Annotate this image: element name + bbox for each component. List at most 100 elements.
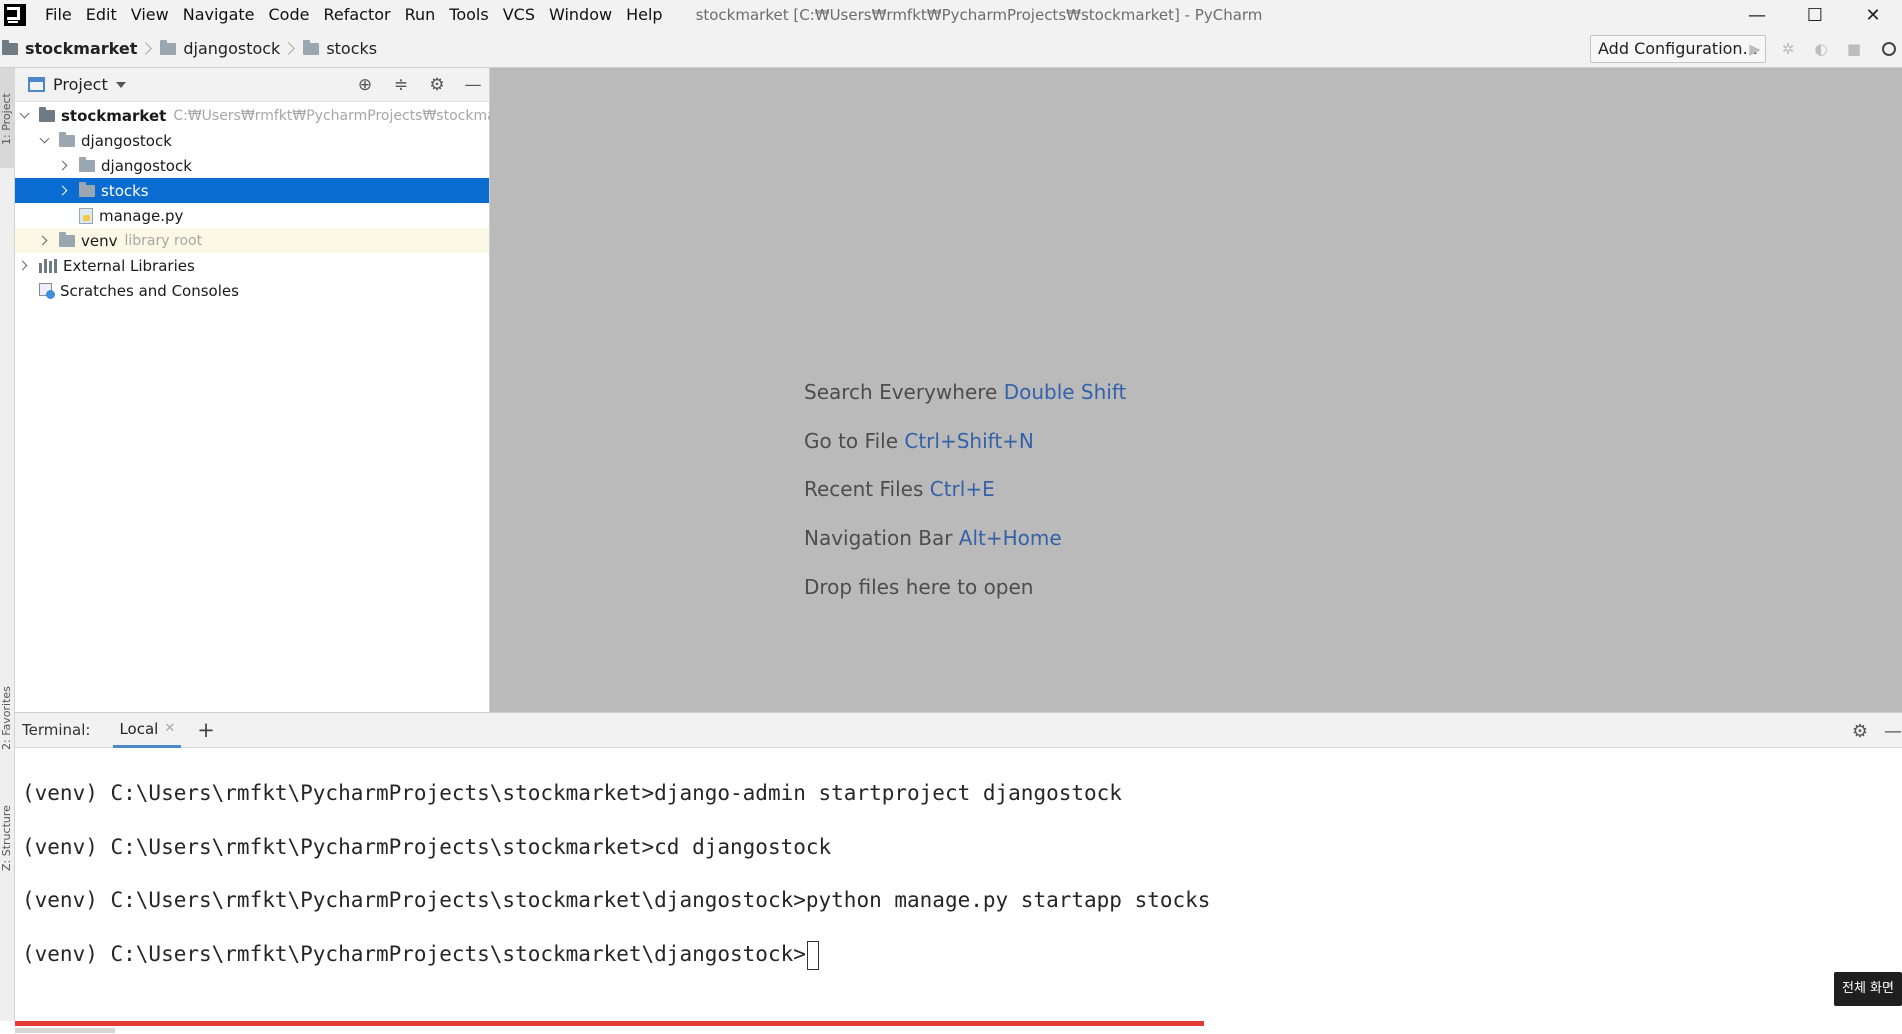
tree-item-label: manage.py [99,206,184,225]
close-icon[interactable]: ✕ [164,721,175,736]
window-title: stockmarket [C:₩Users₩rmfkt₩PycharmProje… [695,6,1263,24]
hint-text: Navigation Bar [804,526,953,551]
tree-item-stocks[interactable]: stocks [15,178,489,203]
project-view-icon [28,77,45,92]
chevron-right-icon[interactable] [59,186,69,196]
scratches-icon [39,283,55,299]
tree-item-label: venv [81,231,118,250]
tree-item-djangostock-inner[interactable]: djangostock [15,153,489,178]
favorites-tool-button[interactable]: 2: Favorites [0,668,15,768]
folder-icon [59,231,75,247]
folder-icon [39,106,55,122]
run-icon[interactable]: ▶ [1746,40,1764,58]
menu-vcs[interactable]: VCS [496,0,542,30]
menu-navigate[interactable]: Navigate [176,0,262,30]
menu-view[interactable]: View [124,0,176,30]
tab-label: Local [119,719,159,738]
project-tool-button[interactable]: 1: Project [0,74,15,164]
menu-help[interactable]: Help [619,0,669,30]
title-bar: File Edit View Navigate Code Refactor Ru… [0,0,1902,30]
tree-item-manage-py[interactable]: manage.py [15,203,489,228]
new-tab-icon[interactable]: + [197,718,215,742]
terminal-line: (venv) C:\Users\rmfkt\PycharmProjects\st… [22,835,832,859]
breadcrumb-stocks[interactable]: stocks [303,30,377,68]
hint-text: Search Everywhere [804,380,998,404]
tree-item-label: djangostock [81,131,172,150]
menu-code[interactable]: Code [262,0,317,30]
tree-item-label: djangostock [101,156,192,175]
structure-tool-button[interactable]: Z: Structure [0,788,15,888]
video-buffer-bar [15,1028,115,1033]
terminal-prompt: (venv) C:\Users\rmfkt\PycharmProjects\st… [22,942,806,966]
stop-icon[interactable]: ■ [1845,40,1863,58]
hint-text: Recent Files [804,477,924,502]
hint-drop-files: Drop files here to open [804,573,1126,622]
gear-icon[interactable]: ⚙ [427,75,447,95]
coverage-icon[interactable]: ◐ [1812,40,1830,58]
tree-item-external-libraries[interactable]: External Libraries [15,253,489,278]
gear-icon[interactable]: ⚙ [1852,721,1868,742]
tree-item-label: Scratches and Consoles [60,281,239,300]
chevron-right-icon[interactable] [39,236,49,246]
close-button[interactable]: ✕ [1844,0,1902,30]
tree-item-label: External Libraries [63,256,195,275]
tree-item-venv[interactable]: venv library root [15,228,489,253]
tree-item-stockmarket[interactable]: stockmarket C:₩Users₩rmfkt₩PycharmProjec… [15,103,523,128]
tab-local[interactable]: Local ✕ [113,712,182,748]
menu-window[interactable]: Window [542,0,619,30]
tree-item-label: stocks [101,181,149,200]
tree-item-scratches[interactable]: Scratches and Consoles [15,278,489,303]
breadcrumb-stockmarket[interactable]: stockmarket [2,30,137,68]
project-view-selector[interactable]: Project [53,75,108,94]
project-panel-tools: ⊕ ≑ ⚙ — [355,68,483,102]
tree-item-djangostock[interactable]: djangostock [15,128,489,153]
video-progress-bar[interactable] [15,1021,1204,1026]
hint-recent-files: Recent Files Ctrl+E [804,475,1126,524]
menu-bar: File Edit View Navigate Code Refactor Ru… [38,0,670,30]
breadcrumb-separator-icon [139,42,153,55]
hint-shortcut: Ctrl+E [929,477,995,502]
menu-refactor[interactable]: Refactor [316,0,397,30]
breadcrumb-separator-icon [282,42,296,55]
hint-shortcut: Alt+Home [958,526,1062,551]
chevron-down-icon[interactable] [39,136,49,146]
folder-icon [303,39,320,55]
tree-item-hint: library root [124,232,203,249]
breadcrumb-djangostock[interactable]: djangostock [160,30,280,68]
terminal-title: Terminal: [22,721,91,739]
breadcrumb-label: stockmarket [25,39,138,58]
collapse-all-icon[interactable]: ≑ [391,75,411,95]
hide-panel-icon[interactable]: — [1884,721,1902,742]
terminal-output[interactable]: (venv) C:\Users\rmfkt\PycharmProjects\st… [15,748,1902,1022]
project-panel-header: Project ⊕ ≑ ⚙ — [15,68,489,102]
hint-navigation-bar: Navigation Bar Alt+Home [804,524,1126,573]
hint-shortcut: Ctrl+Shift+N [904,428,1034,453]
chevron-down-icon[interactable] [115,81,126,88]
chevron-right-icon[interactable] [59,161,69,171]
add-configuration-button[interactable]: Add Configuration... [1590,35,1766,63]
menu-run[interactable]: Run [398,0,443,30]
terminal-prompt-line[interactable]: (venv) C:\Users\rmfkt\PycharmProjects\st… [22,939,819,970]
chevron-down-icon[interactable] [19,111,29,121]
minimize-button[interactable]: — [1728,0,1786,30]
hint-search-everywhere: Search Everywhere Double Shift [804,378,1126,427]
chevron-right-icon[interactable] [19,261,29,271]
menu-tools[interactable]: Tools [442,0,495,30]
project-tree: stockmarket C:₩Users₩rmfkt₩PycharmProjec… [15,103,523,303]
debug-icon[interactable]: ✲ [1779,40,1797,58]
folder-icon [2,39,18,55]
tree-item-label: stockmarket [61,106,167,125]
terminal-line: (venv) C:\Users\rmfkt\PycharmProjects\st… [22,781,1122,805]
menu-file[interactable]: File [38,0,79,30]
folder-icon [79,156,95,172]
hint-go-to-file: Go to File Ctrl+Shift+N [804,427,1126,476]
breadcrumb-label: stocks [326,39,378,58]
menu-edit[interactable]: Edit [79,0,124,30]
search-icon[interactable] [1882,42,1896,56]
editor-area[interactable]: Search Everywhere Double Shift Go to Fil… [490,68,1902,712]
hide-panel-icon[interactable]: — [463,75,483,95]
maximize-button[interactable]: ☐ [1786,0,1844,30]
terminal-header: Terminal: Local ✕ + ⚙ — [15,712,1902,748]
hint-text: Drop files here to open [804,574,1034,599]
locate-file-icon[interactable]: ⊕ [355,75,375,95]
